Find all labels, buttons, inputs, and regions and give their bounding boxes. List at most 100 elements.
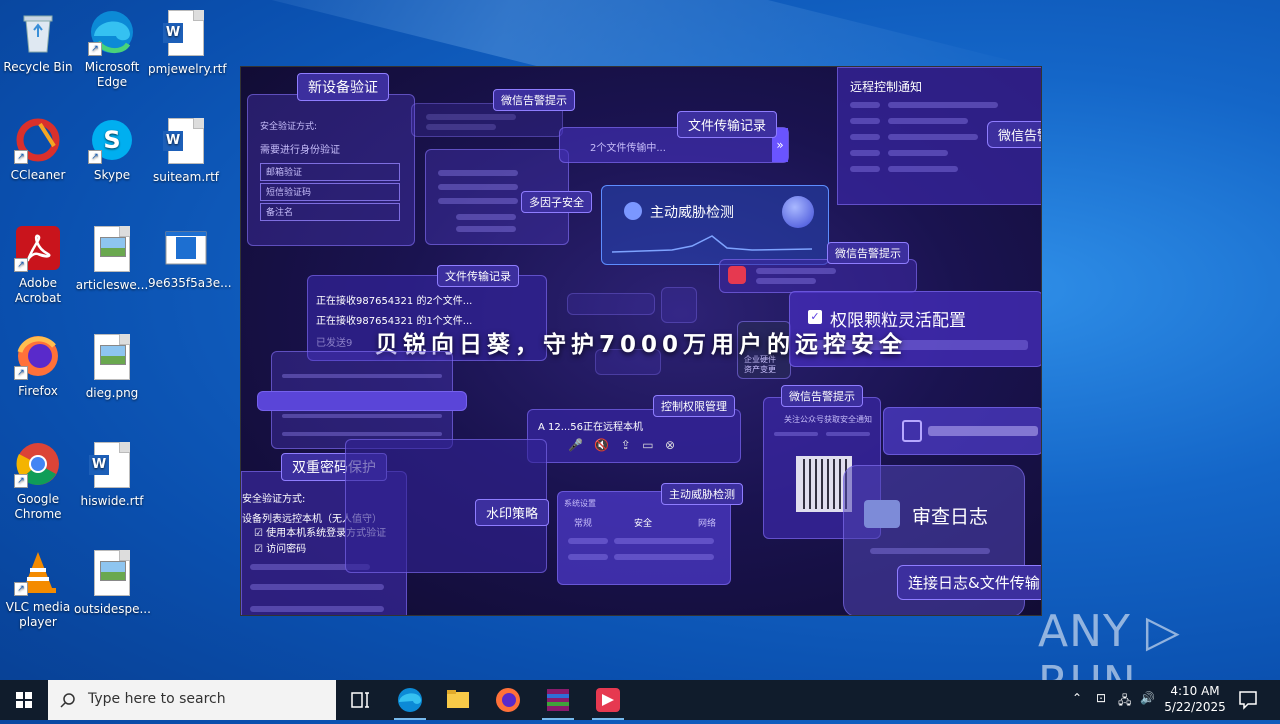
sunlogin-promo-window[interactable]: 安全验证方式: 需要进行身份验证 邮箱验证 短信验证码 备注名 新设备验证 微信… <box>240 66 1042 616</box>
skype-icon: S ↗ <box>88 116 136 164</box>
task-view-button[interactable] <box>336 680 384 720</box>
card-text: 安全验证方式: <box>260 122 318 132</box>
edge-icon <box>398 688 422 712</box>
taskbar-file-explorer[interactable] <box>434 680 482 720</box>
desktop-icon-label: VLC media player <box>5 600 71 629</box>
control-status-text: A 12...56正在远程本机 <box>538 422 644 433</box>
desktop-icon-adobe-acrobat[interactable]: ↗ Adobe Acrobat <box>0 224 76 306</box>
word-document-icon: W <box>162 10 210 58</box>
watermark-tag: 水印策略 <box>475 499 550 526</box>
card-text: 关注公众号获取安全通知 <box>784 415 872 424</box>
desktop-icon-vlc[interactable]: ↗ VLC media player <box>0 548 76 630</box>
recycle-bin-icon <box>14 8 62 56</box>
tab-security: 安全 <box>634 519 653 529</box>
shortcut-arrow-icon: ↗ <box>88 150 102 164</box>
desktop-icon-dieg[interactable]: dieg.png <box>74 332 150 401</box>
shortcut-arrow-icon: ↗ <box>14 258 28 272</box>
desktop-icon-pmjewelry[interactable]: W pmjewelry.rtf <box>148 8 227 77</box>
desktop-icon-google-chrome[interactable]: ↗ Google Chrome <box>0 440 76 522</box>
desktop-icon-label: hiswide.rtf <box>80 494 144 508</box>
file-transfer-text: 2个文件传输中... <box>590 143 666 154</box>
clock-time: 4:10 AM <box>1170 684 1220 698</box>
desktop-icon-label: pmjewelry.rtf <box>148 62 227 76</box>
file-transfer-tag-top: 文件传输记录 <box>677 111 778 138</box>
lock-icon <box>661 287 697 323</box>
show-hidden-icons-chevron-icon[interactable]: ⌃ <box>1072 691 1082 705</box>
desktop-icon-label: 9e635f5a3e... <box>148 276 232 290</box>
desktop-icon-firefox[interactable]: ↗ Firefox <box>0 332 76 399</box>
acrobat-icon: ↗ <box>14 224 62 272</box>
image-file-icon <box>88 226 136 274</box>
desktop-icon-9e635f5a3e[interactable]: 9e635f5a3e... <box>148 224 232 291</box>
verify-option-note: 备注名 <box>260 203 400 221</box>
checkbox-checked-icon: ✓ <box>808 310 822 324</box>
volume-icon[interactable]: 🔊 <box>1140 691 1155 705</box>
task-view-icon <box>351 692 369 708</box>
start-button[interactable] <box>0 680 48 720</box>
vlc-icon: ↗ <box>14 548 62 596</box>
desktop-icon-articleswe[interactable]: articleswe... <box>74 224 150 293</box>
svg-text:S: S <box>103 126 120 154</box>
sunlogin-logo-icon <box>728 266 746 284</box>
shortcut-arrow-icon: ↗ <box>14 474 28 488</box>
desktop-icon-label: Firefox <box>18 384 58 398</box>
taskbar-sunlogin[interactable] <box>584 680 632 720</box>
image-file-icon <box>162 224 210 272</box>
card-text: 安全验证方式: <box>242 494 306 505</box>
card-text: 系统设置 <box>564 499 596 508</box>
ccleaner-icon: ↗ <box>14 116 62 164</box>
taskbar-clock[interactable]: 4:10 AM 5/22/2025 <box>1160 683 1230 715</box>
tab-general: 常规 <box>574 519 593 529</box>
desktop-icon-suiteam[interactable]: W suiteam.rtf <box>148 116 224 185</box>
image-file-icon <box>88 334 136 382</box>
threat-detect-title: 主动威胁检测 <box>650 205 734 221</box>
new-device-card: 安全验证方式: 需要进行身份验证 邮箱验证 短信验证码 备注名 <box>247 94 415 246</box>
wechat-notice-card <box>719 259 917 293</box>
folder-icon <box>447 690 469 708</box>
desktop-icon-skype[interactable]: S ↗ Skype <box>74 116 150 183</box>
action-center-button[interactable] <box>1228 680 1268 720</box>
shortcut-arrow-icon: ↗ <box>14 366 28 380</box>
desktop-icon-hiswide[interactable]: W hiswide.rtf <box>74 440 150 509</box>
desktop-icon-label: outsidespe... <box>74 602 151 616</box>
sunlogin-icon <box>596 688 620 712</box>
taskbar-firefox[interactable] <box>484 680 532 720</box>
connection-log-tag: 连接日志&文件传输 <box>897 565 1041 600</box>
desktop-icon-recycle-bin[interactable]: Recycle Bin <box>0 8 76 75</box>
threat-detect-tag-2: 主动威胁检测 <box>661 483 743 505</box>
wechat-alert-tag-mid: 微信告警提示 <box>827 242 909 264</box>
taskbar-edge[interactable] <box>386 680 434 720</box>
lock-slider-card <box>883 407 1041 455</box>
orb-icon <box>782 196 814 228</box>
firefox-icon <box>496 688 520 712</box>
edge-icon: ↗ <box>88 8 136 56</box>
shortcut-arrow-icon: ↗ <box>14 150 28 164</box>
network-icon[interactable]: 🖧 <box>1118 691 1131 712</box>
tab-network: 网络 <box>698 519 717 529</box>
desktop-icon-label: CCleaner <box>10 168 66 182</box>
desktop-icon-label: Recycle Bin <box>3 60 73 74</box>
system-tray: ⌃ ⊡ 🖧 🔊 <box>1068 680 1158 720</box>
desktop-icon-microsoft-edge[interactable]: ↗ Microsoft Edge <box>74 8 150 90</box>
desktop-icon-label: Adobe Acrobat <box>14 276 62 305</box>
taskbar: Type here to search ⌃ ⊡ 🖧 🔊 4:10 AM 5/22… <box>0 680 1280 720</box>
taskbar-search[interactable]: Type here to search <box>48 680 336 720</box>
word-document-icon: W <box>162 118 210 166</box>
windows-logo-icon <box>16 692 32 708</box>
desktop-icon-outsidespe[interactable]: outsidespe... <box>74 548 151 617</box>
option-access-password: ☑ 访问密码 <box>254 544 307 555</box>
card-text: 需要进行身份验证 <box>260 145 340 156</box>
taskbar-winrar[interactable] <box>534 680 582 720</box>
verify-option-email: 邮箱验证 <box>260 163 400 181</box>
remote-notice-title: 远程控制通知 <box>850 80 923 94</box>
network-status-icon[interactable]: ⊡ <box>1096 691 1106 705</box>
desktop-icon-label: suiteam.rtf <box>153 170 219 184</box>
wechat-alert-tag-top: 微信告警提示 <box>493 89 575 111</box>
desktop-icon-ccleaner[interactable]: ↗ CCleaner <box>0 116 76 183</box>
file-transfer-tag-mid: 文件传输记录 <box>437 265 519 287</box>
verify-option-sms: 短信验证码 <box>260 183 400 201</box>
lock-icon <box>902 420 922 442</box>
clock-date: 5/22/2025 <box>1164 700 1226 714</box>
search-placeholder: Type here to search <box>88 691 226 707</box>
desktop-icon-label: articleswe... <box>75 278 149 292</box>
